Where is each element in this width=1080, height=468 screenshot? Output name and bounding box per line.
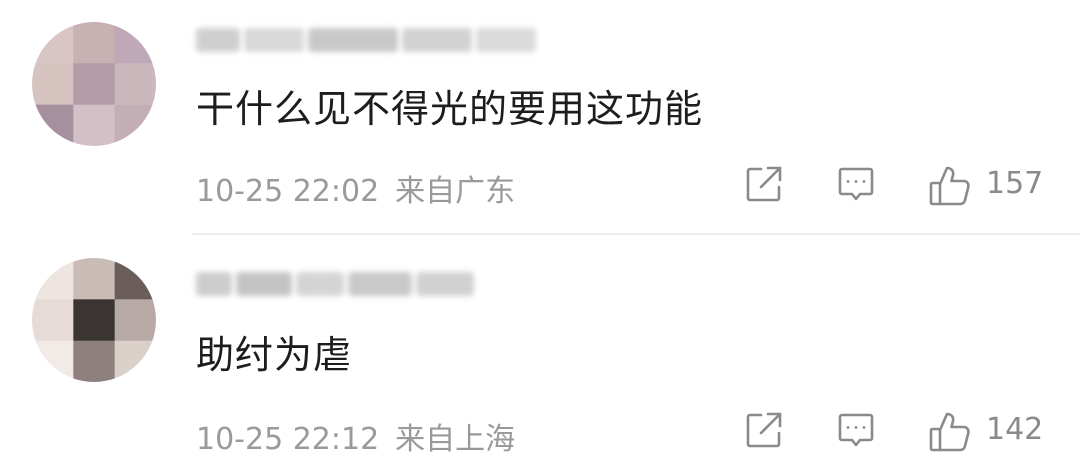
avatar-mosaic-tile	[32, 22, 74, 64]
avatar-mosaic-tile	[32, 340, 74, 382]
like-count: 142	[986, 412, 1044, 447]
reply-icon[interactable]	[836, 410, 876, 450]
blurred-name-segment	[476, 28, 536, 52]
avatar-mosaic-tile	[73, 63, 116, 106]
avatar-mosaic-tile	[114, 104, 156, 146]
share-icon[interactable]	[744, 410, 784, 450]
blurred-name-segment	[236, 272, 292, 296]
comment-text: 助纣为虐	[196, 333, 353, 377]
avatar-mosaic-tile	[114, 299, 156, 342]
thumbs-up-icon[interactable]	[928, 164, 972, 208]
avatar-mosaic-tile	[73, 104, 116, 146]
avatar[interactable]	[32, 22, 156, 146]
avatar-mosaic-tile	[114, 63, 156, 106]
avatar[interactable]	[32, 258, 156, 382]
comment-item: 干什么见不得光的要用这功能 10-25 22:02 来自广东 157	[0, 0, 1080, 234]
blurred-name-segment	[416, 272, 474, 296]
username-blurred[interactable]	[196, 20, 556, 60]
avatar-mosaic	[32, 22, 156, 146]
blurred-name-segment	[196, 28, 240, 52]
comment-text: 干什么见不得光的要用这功能	[196, 87, 704, 131]
share-icon[interactable]	[744, 164, 784, 204]
avatar-mosaic-tile	[32, 299, 74, 342]
avatar-mosaic-tile	[73, 340, 116, 382]
comment-actions: 157	[0, 164, 1080, 208]
avatar-mosaic-tile	[73, 22, 116, 64]
avatar-mosaic-tile	[32, 258, 74, 300]
reply-icon[interactable]	[836, 164, 876, 204]
blurred-name-segment	[308, 28, 398, 52]
avatar-mosaic-tile	[73, 258, 116, 300]
thumbs-up-icon[interactable]	[928, 410, 972, 454]
blurred-name-segment	[348, 272, 412, 296]
avatar-mosaic-tile	[114, 258, 156, 300]
username-blurred[interactable]	[196, 264, 496, 304]
avatar-mosaic-tile	[114, 340, 156, 382]
avatar-mosaic-tile	[114, 22, 156, 64]
avatar-mosaic-tile	[73, 299, 116, 342]
like-count: 157	[986, 166, 1044, 201]
comment-item: 助纣为虐 10-25 22:12 来自上海 142	[0, 234, 1080, 468]
comment-actions: 142	[0, 410, 1080, 454]
blurred-name-segment	[296, 272, 344, 296]
blurred-name-segment	[244, 28, 304, 52]
blurred-name-segment	[402, 28, 472, 52]
blurred-name-segment	[196, 272, 232, 296]
avatar-mosaic	[32, 258, 156, 382]
avatar-mosaic-tile	[32, 63, 74, 106]
avatar-mosaic-tile	[32, 104, 74, 146]
